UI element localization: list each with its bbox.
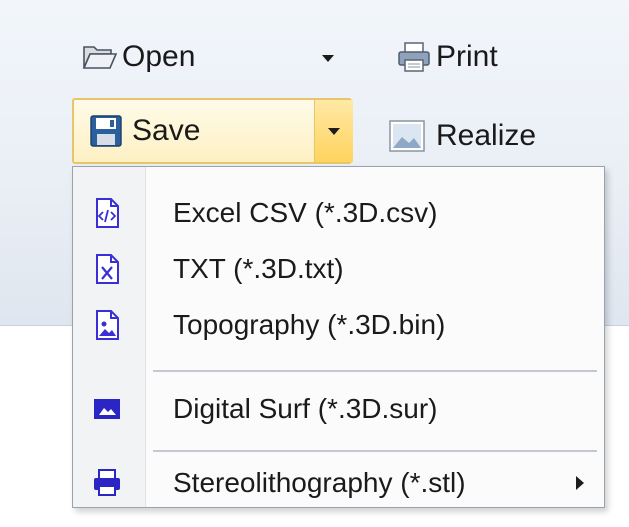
- image-file-icon: [91, 309, 123, 341]
- menu-item-label: TXT (*.3D.txt): [173, 253, 344, 284]
- realize-label: Realize: [436, 119, 537, 152]
- open-label: Open: [122, 40, 196, 73]
- save-format-menu: Excel CSV (*.3D.csv) TXT (*.3D.txt) Topo…: [72, 166, 605, 508]
- menu-item-excel-csv[interactable]: Excel CSV (*.3D.csv): [73, 185, 604, 241]
- save-button[interactable]: Save: [74, 100, 314, 162]
- menu-item-topography[interactable]: Topography (*.3D.bin): [73, 297, 604, 353]
- save-dropdown-arrow[interactable]: [314, 100, 353, 162]
- save-split-button[interactable]: Save: [72, 98, 353, 164]
- menu-item-label: Stereolithography (*.stl): [173, 467, 466, 498]
- menu-item-label: Excel CSV (*.3D.csv): [173, 197, 438, 228]
- save-label: Save: [132, 114, 201, 147]
- floppy-disk-icon: [88, 114, 124, 148]
- menu-item-digital-surf[interactable]: Digital Surf (*.3D.sur): [73, 381, 604, 437]
- folder-open-icon: [82, 40, 118, 74]
- surface-icon: [91, 393, 123, 425]
- menu-item-label: Topography (*.3D.bin): [173, 309, 446, 340]
- print-label: Print: [436, 40, 498, 73]
- menu-item-txt[interactable]: TXT (*.3D.txt): [73, 241, 604, 297]
- txt-file-icon: [91, 253, 123, 285]
- menu-item-label: Digital Surf (*.3D.sur): [173, 393, 438, 424]
- picture-icon: [388, 119, 425, 153]
- printer-3d-icon: [91, 467, 123, 499]
- open-dropdown-arrow[interactable]: [322, 55, 334, 62]
- menu-separator: [153, 450, 597, 452]
- print-button[interactable]: Print: [396, 35, 498, 79]
- code-file-icon: [91, 197, 123, 229]
- chevron-down-icon: [328, 127, 340, 135]
- open-button[interactable]: Open: [82, 35, 195, 79]
- menu-item-stereolithography[interactable]: Stereolithography (*.stl): [73, 455, 604, 511]
- menu-separator: [153, 370, 597, 372]
- realize-button[interactable]: Realize: [388, 112, 536, 160]
- submenu-arrow-icon: [576, 476, 584, 490]
- printer-icon: [396, 40, 432, 74]
